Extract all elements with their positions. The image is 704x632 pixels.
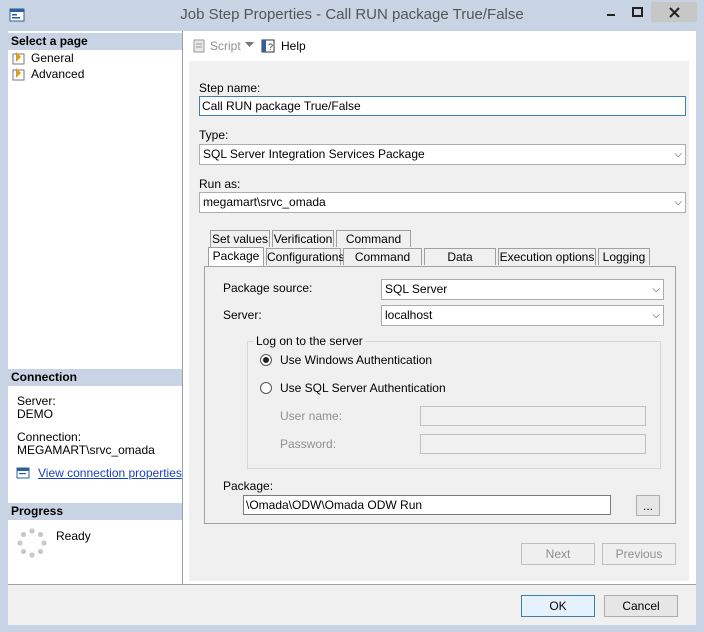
script-dropdown-button[interactable] xyxy=(245,42,254,48)
previous-button[interactable]: Previous xyxy=(602,543,676,565)
tab-package[interactable]: Package xyxy=(208,247,264,267)
toolbar: Script ? Help xyxy=(183,31,696,59)
logon-group: Log on to the server Use Windows Authent… xyxy=(247,334,661,469)
general-page-form: Step name: Call RUN package True/False T… xyxy=(189,61,689,581)
tab-verification[interactable]: Verification xyxy=(272,230,334,247)
connection-value: MEGAMART\srvc_omada xyxy=(17,443,155,457)
run-as-label: Run as: xyxy=(199,177,241,191)
close-button[interactable] xyxy=(651,2,697,22)
package-label: Package: xyxy=(223,479,274,493)
type-label: Type: xyxy=(199,128,229,142)
page-item-advanced[interactable]: Advanced xyxy=(12,66,84,81)
run-as-combobox[interactable]: megamart\srvc_omada ⌵ xyxy=(199,192,686,213)
package-server-label: Server: xyxy=(223,308,262,322)
chevron-down-icon xyxy=(245,42,254,47)
server-value: DEMO xyxy=(17,407,53,421)
run-as-value: megamart\srvc_omada xyxy=(203,195,326,209)
tab-logging[interactable]: Logging xyxy=(598,248,650,265)
package-server-value: localhost xyxy=(385,308,433,322)
chevron-down-icon: ⌵ xyxy=(674,197,682,208)
close-icon xyxy=(668,6,680,18)
package-source-value: SQL Server xyxy=(385,282,448,296)
username-input xyxy=(420,406,646,426)
tab-command-files[interactable]: Command files xyxy=(343,248,422,280)
password-label: Password: xyxy=(280,437,337,451)
windows-auth-radio[interactable] xyxy=(260,354,272,366)
page-item-label: General xyxy=(31,50,74,65)
username-label: User name: xyxy=(280,409,343,423)
page-icon xyxy=(12,67,25,80)
dialog-window: Job Step Properties - Call RUN package T… xyxy=(0,0,704,632)
view-connection-properties[interactable]: View connection properties xyxy=(16,466,182,480)
tab-configurations[interactable]: Configurations xyxy=(266,248,344,265)
package-path-input[interactable]: \Omada\ODW\Omada ODW Run xyxy=(243,495,611,515)
type-combobox[interactable]: SQL Server Integration Services Package … xyxy=(199,144,686,165)
progress-spinner-icon xyxy=(17,528,47,558)
maximize-icon xyxy=(632,7,643,17)
sql-auth-label[interactable]: Use SQL Server Authentication xyxy=(280,381,446,395)
package-tab-panel: Package source: SQL Server ⌵ Server: loc… xyxy=(204,266,676,524)
minimize-button[interactable] xyxy=(597,2,624,22)
script-icon xyxy=(193,39,205,53)
password-input xyxy=(420,434,646,454)
left-pane: Select a page General Advanced Connectio… xyxy=(8,31,183,584)
connection-header: Connection xyxy=(8,369,182,386)
page-icon xyxy=(12,51,25,64)
help-label: Help xyxy=(281,39,306,53)
progress-header: Progress xyxy=(8,503,182,520)
right-pane: Script ? Help Step name: Call RUN packag… xyxy=(183,31,696,584)
package-source-combobox[interactable]: SQL Server ⌵ xyxy=(381,279,664,300)
help-button[interactable]: ? Help xyxy=(261,38,306,54)
select-page-header: Select a page xyxy=(8,33,182,50)
chevron-down-icon: ⌵ xyxy=(652,310,660,321)
chevron-down-icon: ⌵ xyxy=(674,149,682,160)
maximize-button[interactable] xyxy=(624,2,651,22)
step-name-input[interactable]: Call RUN package True/False xyxy=(199,96,686,116)
server-label: Server: xyxy=(17,394,56,408)
connection-label: Connection: xyxy=(17,430,82,444)
type-value: SQL Server Integration Services Package xyxy=(203,147,425,161)
dialog-client: Select a page General Advanced Connectio… xyxy=(8,31,696,625)
cancel-button[interactable]: Cancel xyxy=(604,595,678,617)
help-icon: ? xyxy=(261,39,275,53)
minimize-icon xyxy=(606,14,615,16)
browse-package-button[interactable]: ... xyxy=(636,495,660,516)
chevron-down-icon: ⌵ xyxy=(652,284,660,295)
package-server-combobox[interactable]: localhost ⌵ xyxy=(381,305,664,326)
tab-execution-options[interactable]: Execution options xyxy=(498,248,596,265)
script-button[interactable]: Script xyxy=(191,38,241,54)
connection-properties-icon xyxy=(16,467,30,479)
dialog-footer: OK Cancel xyxy=(8,584,696,625)
tab-data-sources[interactable]: Data sources xyxy=(424,248,496,280)
ok-button[interactable]: OK xyxy=(521,595,595,617)
logon-group-title: Log on to the server xyxy=(254,334,365,348)
page-item-label: Advanced xyxy=(31,66,85,81)
svg-text:?: ? xyxy=(268,42,273,52)
script-label: Script xyxy=(210,39,241,53)
view-connection-link[interactable]: View connection properties xyxy=(38,466,182,480)
progress-status: Ready xyxy=(56,529,91,543)
sql-auth-radio[interactable] xyxy=(260,382,272,394)
title-bar: Job Step Properties - Call RUN package T… xyxy=(0,0,704,30)
step-name-label: Step name: xyxy=(199,81,261,95)
page-item-general[interactable]: General xyxy=(12,50,74,65)
next-button[interactable]: Next xyxy=(521,543,595,565)
windows-auth-label[interactable]: Use Windows Authentication xyxy=(280,353,432,367)
tab-set-values[interactable]: Set values xyxy=(210,230,270,247)
package-source-label: Package source: xyxy=(223,281,313,295)
tab-command-line[interactable]: Command line xyxy=(336,230,411,262)
